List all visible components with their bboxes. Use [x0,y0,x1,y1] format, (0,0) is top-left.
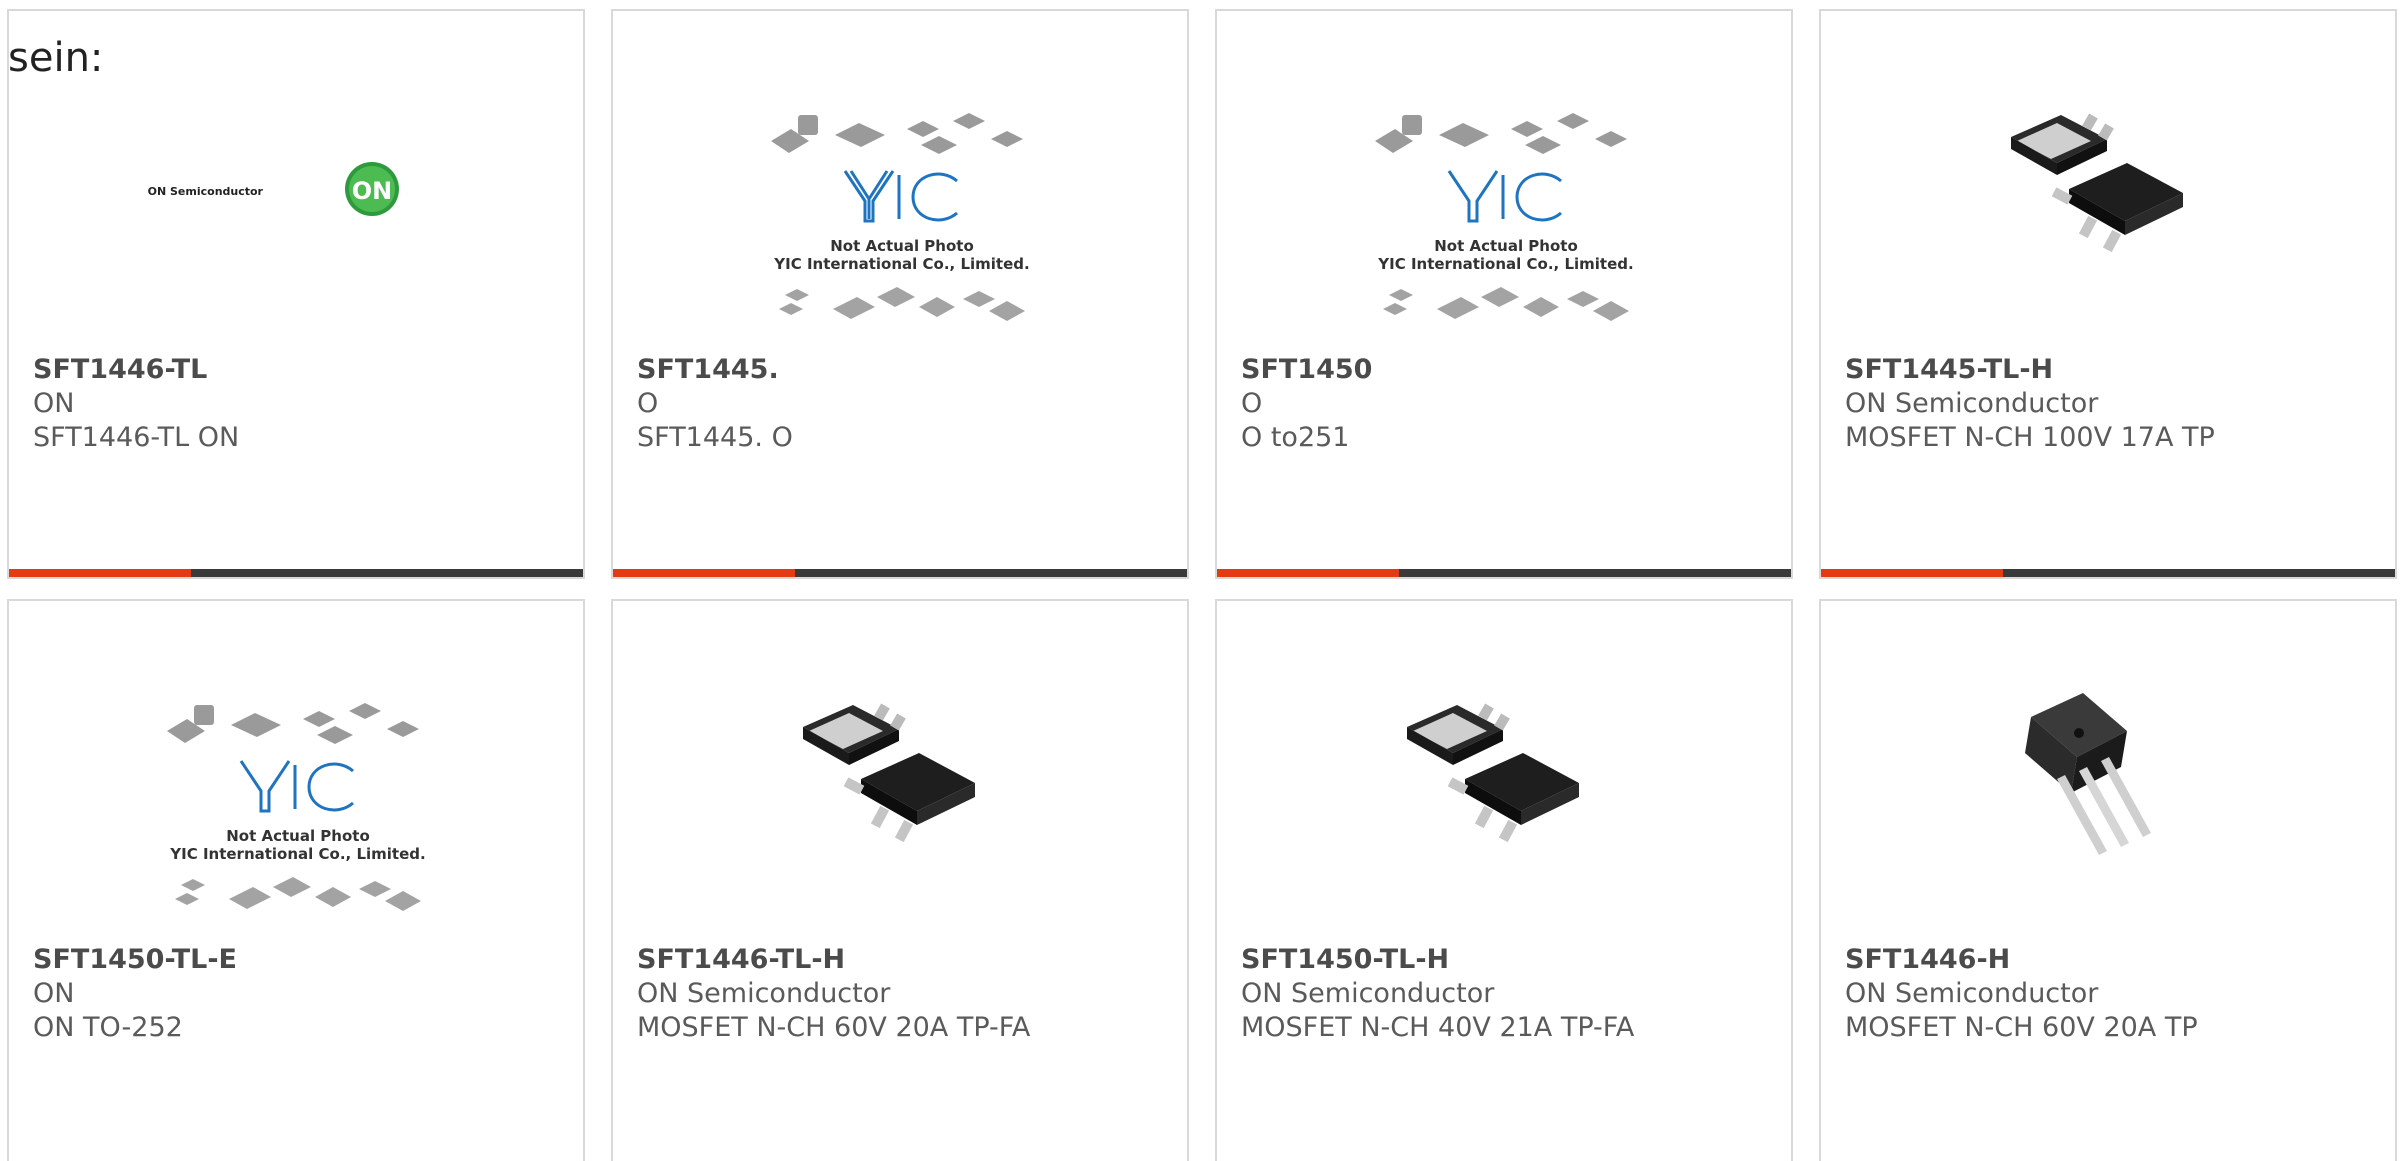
part-number[interactable]: SFT1446-TL [33,354,207,385]
card-bar-accent [1217,569,1399,577]
yic-placeholder-image: Not Actual Photo YIC International Co., … [1375,113,1634,321]
manufacturer: ON [33,388,75,419]
product-image[interactable]: Not Actual Photo YIC International Co., … [1217,71,1791,331]
part-number[interactable]: SFT1450-TL-E [33,944,237,975]
manufacturer: ON [33,978,75,1009]
svg-text:Not Actual Photo: Not Actual Photo [1434,237,1578,255]
yic-placeholder-image: Not Actual Photo YIC International Co., … [167,703,426,911]
product-image[interactable]: ON Semiconductor ON [9,71,583,331]
product-card[interactable]: SFT1446-TL-H ON Semiconductor MOSFET N-C… [611,599,1189,1161]
description: MOSFET N-CH 60V 20A TP-FA [637,1012,1031,1043]
product-card[interactable]: SFT1446-H ON Semiconductor MOSFET N-CH 6… [1819,599,2397,1161]
description: MOSFET N-CH 40V 21A TP-FA [1241,1012,1635,1043]
svg-text:YIC International Co., Limited: YIC International Co., Limited. [169,845,425,863]
manufacturer: ON Semiconductor [1845,388,2099,419]
description: SFT1445. O [637,422,793,453]
product-image[interactable] [1217,661,1791,921]
card-bar-accent [1821,569,2003,577]
manufacturer: O [1241,388,1263,419]
product-grid-page: sein: ON Semiconductor ON SFT1446-TL ON … [0,0,2400,1161]
product-image[interactable] [1821,661,2395,921]
manufacturer: ON Semiconductor [637,978,891,1009]
card-bar-accent [613,569,795,577]
yic-placeholder-image: Not Actual Photo YIC International Co., … [771,113,1030,321]
product-card[interactable]: Not Actual Photo YIC International Co., … [1215,9,1793,579]
dpak-package-image [2011,113,2183,253]
svg-text:YIC International Co., Limited: YIC International Co., Limited. [1377,255,1633,273]
card-bar [1217,569,1791,577]
part-number[interactable]: SFT1446-H [1845,944,2010,975]
card-bar-accent [9,569,191,577]
description: O to251 [1241,422,1350,453]
product-card[interactable]: SFT1445-TL-H ON Semiconductor MOSFET N-C… [1819,9,2397,579]
svg-text:ON Semiconductor: ON Semiconductor [148,185,264,198]
product-image[interactable]: Not Actual Photo YIC International Co., … [9,661,583,921]
description: SFT1446-TL ON [33,422,240,453]
card-bar [613,569,1187,577]
description: MOSFET N-CH 100V 17A TP [1845,422,2215,453]
svg-text:ON: ON [352,177,393,205]
part-number[interactable]: SFT1445-TL-H [1845,354,2053,385]
product-card[interactable]: Not Actual Photo YIC International Co., … [7,599,585,1161]
manufacturer: ON Semiconductor [1241,978,1495,1009]
product-card[interactable]: SFT1450-TL-H ON Semiconductor MOSFET N-C… [1215,599,1793,1161]
product-grid: ON Semiconductor ON SFT1446-TL ON SFT144… [7,9,2400,1161]
ipak-package-image [2025,693,2151,855]
svg-text:YIC International Co., Limited: YIC International Co., Limited. [773,255,1029,273]
part-number[interactable]: SFT1450 [1241,354,1372,385]
description: MOSFET N-CH 60V 20A TP [1845,1012,2198,1043]
product-card[interactable]: Not Actual Photo YIC International Co., … [611,9,1189,579]
on-semiconductor-logo: ON Semiconductor ON [148,162,399,216]
manufacturer: O [637,388,659,419]
dpak-package-image [1407,703,1579,843]
description: ON TO-252 [33,1012,183,1043]
product-card[interactable]: ON Semiconductor ON SFT1446-TL ON SFT144… [7,9,585,579]
part-number[interactable]: SFT1445. [637,354,779,385]
svg-text:Not Actual Photo: Not Actual Photo [830,237,974,255]
intro-text: sein: [8,35,104,81]
svg-text:Not Actual Photo: Not Actual Photo [226,827,370,845]
part-number[interactable]: SFT1446-TL-H [637,944,845,975]
dpak-package-image [803,703,975,843]
product-image[interactable]: Not Actual Photo YIC International Co., … [613,71,1187,331]
card-bar [1821,569,2395,577]
card-bar [9,569,583,577]
product-image[interactable] [613,661,1187,921]
manufacturer: ON Semiconductor [1845,978,2099,1009]
product-image[interactable] [1821,71,2395,331]
part-number[interactable]: SFT1450-TL-H [1241,944,1449,975]
